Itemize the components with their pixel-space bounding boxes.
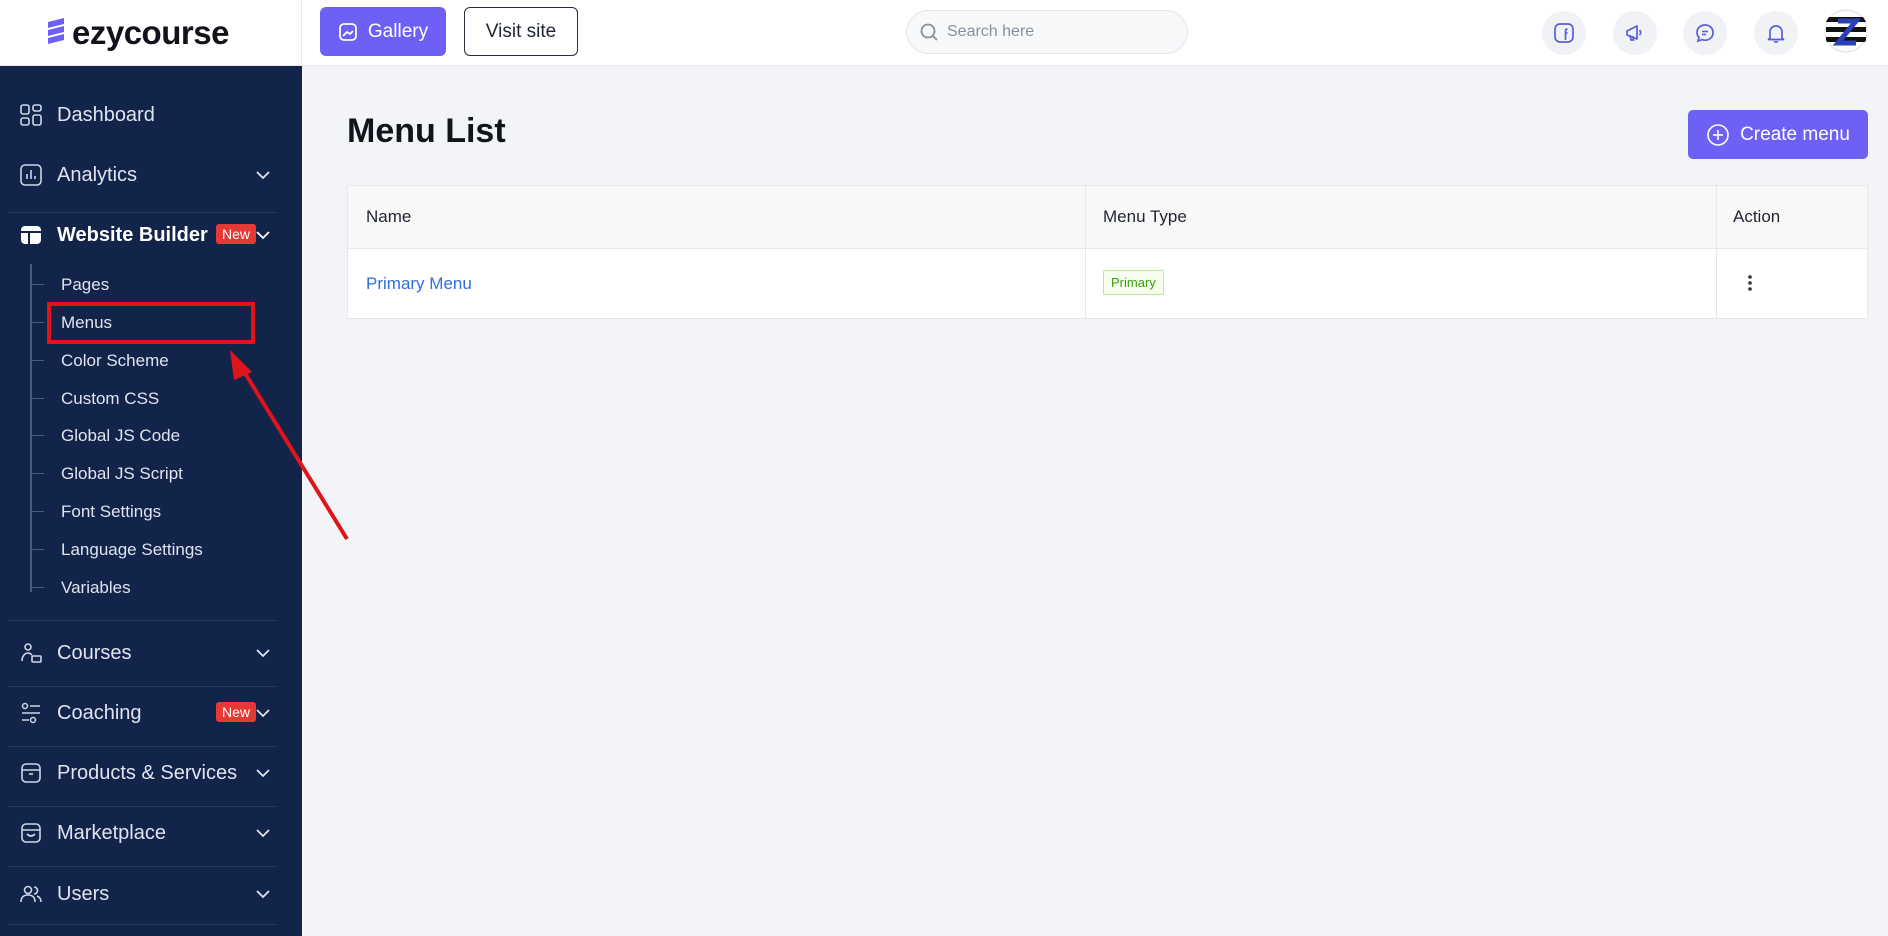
sidebar-item-website-builder[interactable]: Website Builder New <box>0 206 302 264</box>
submenu-item-variables[interactable]: Variables <box>61 578 131 598</box>
chevron-down-icon <box>256 769 270 778</box>
chevron-down-icon <box>256 709 270 718</box>
sidebar-item-products-services[interactable]: Products & Services <box>0 744 302 802</box>
sidebar-item-label: Analytics <box>57 163 138 186</box>
chevron-down-icon <box>256 649 270 658</box>
plus-circle-icon <box>1707 123 1729 146</box>
sidebar-item-label: Products & Services <box>57 761 238 784</box>
chevron-down-icon <box>256 890 270 899</box>
page-title: Menu List <box>347 112 506 150</box>
courses-icon <box>19 641 43 665</box>
column-header-menu-type: Menu Type <box>1103 207 1187 226</box>
chevron-down-icon <box>256 171 270 180</box>
megaphone-icon[interactable] <box>1613 11 1657 55</box>
search-input[interactable] <box>947 23 1167 41</box>
create-menu-button[interactable]: Create menu <box>1688 110 1868 159</box>
visit-site-button[interactable]: Visit site <box>464 7 578 56</box>
sidebar-item-users[interactable]: Users <box>0 865 302 923</box>
create-menu-label: Create menu <box>1740 123 1850 145</box>
more-actions-icon[interactable] <box>1738 268 1762 298</box>
gallery-button-label: Gallery <box>367 20 429 42</box>
sidebar-item-dashboard[interactable]: Dashboard <box>0 86 302 144</box>
sidebar-item-label: Courses <box>57 641 132 664</box>
visit-site-label: Visit site <box>485 20 557 42</box>
website-builder-icon <box>19 223 43 247</box>
submenu-tree-line <box>30 264 32 592</box>
sidebar-item-coaching[interactable]: Coaching New <box>0 684 302 742</box>
menu-name-link[interactable]: Primary Menu <box>366 274 472 294</box>
sidebar-item-label: Dashboard <box>57 103 155 126</box>
column-header-name: Name <box>366 207 412 226</box>
sidebar: Dashboard Analytics Website Builder New … <box>0 66 302 936</box>
gallery-button[interactable]: Gallery <box>320 7 446 56</box>
gallery-icon <box>339 22 357 41</box>
products-icon <box>19 761 43 785</box>
search-box[interactable] <box>906 10 1188 54</box>
chevron-down-icon <box>256 829 270 838</box>
submenu-item-global-js-script[interactable]: Global JS Script <box>61 464 183 484</box>
submenu-item-custom-css[interactable]: Custom CSS <box>61 389 159 409</box>
dashboard-icon <box>19 103 43 127</box>
new-badge: New <box>216 224 257 244</box>
search-icon <box>920 23 938 41</box>
chevron-down-icon <box>256 231 270 240</box>
chat-icon[interactable] <box>1683 11 1727 55</box>
menus-highlight-box <box>47 302 255 344</box>
sidebar-item-marketplace[interactable]: Marketplace <box>0 804 302 862</box>
menu-table: Name Menu Type Action Primary Menu Prima… <box>347 185 1868 319</box>
submenu-item-pages[interactable]: Pages <box>61 275 109 295</box>
new-badge: New <box>216 702 257 722</box>
facebook-icon[interactable] <box>1542 11 1586 55</box>
sidebar-item-label: Marketplace <box>57 821 166 844</box>
sidebar-item-label: Users <box>57 882 110 905</box>
logo[interactable]: ezycourse <box>0 0 302 66</box>
sidebar-item-analytics[interactable]: Analytics <box>0 146 302 204</box>
column-header-action: Action <box>1733 207 1781 226</box>
submenu-item-font-settings[interactable]: Font Settings <box>61 502 161 522</box>
analytics-icon <box>19 163 43 187</box>
menu-type-tag: Primary <box>1103 270 1164 295</box>
sidebar-item-label: Coaching <box>57 701 142 724</box>
ezycourse-logo-icon <box>48 18 64 44</box>
coaching-icon <box>19 701 43 725</box>
submenu-item-global-js-code[interactable]: Global JS Code <box>61 426 180 446</box>
submenu-item-language-settings[interactable]: Language Settings <box>61 540 203 560</box>
marketplace-icon <box>19 821 43 845</box>
bell-icon[interactable] <box>1754 11 1798 55</box>
top-bar: ezycourse Gallery Visit site <box>0 0 1888 66</box>
sidebar-item-label: Website Builder <box>57 223 208 246</box>
avatar[interactable] <box>1824 9 1868 53</box>
logo-text: ezycourse <box>72 14 229 51</box>
table-header: Name Menu Type Action <box>348 186 1867 249</box>
sidebar-item-courses[interactable]: Courses <box>0 624 302 682</box>
submenu-item-color-scheme[interactable]: Color Scheme <box>61 351 169 371</box>
users-icon <box>19 882 43 906</box>
user-avatar-icon <box>1824 9 1868 53</box>
